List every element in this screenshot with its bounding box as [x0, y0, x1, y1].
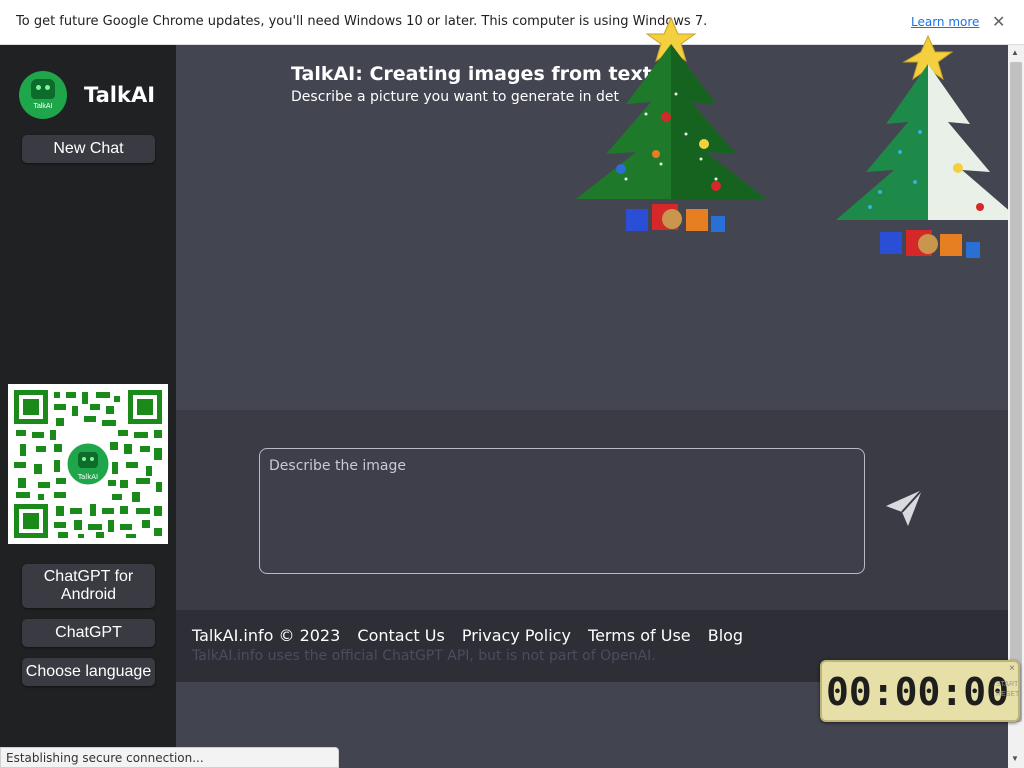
robot-eye-left [36, 85, 41, 90]
timer-controls: START RESET [996, 680, 1019, 700]
qr-code-graphic: TalkAI [14, 390, 162, 538]
timer-start-button[interactable]: START [996, 680, 1019, 690]
chatgpt-android-button[interactable]: ChatGPT for Android [22, 564, 155, 608]
talkai-logo-icon[interactable]: TalkAI [19, 71, 67, 119]
christmas-tree-icon-2 [836, 34, 1020, 258]
privacy-policy-link[interactable]: Privacy Policy [462, 626, 571, 645]
describe-image-input[interactable] [260, 449, 864, 573]
prompt-textbox[interactable] [259, 448, 865, 574]
blog-link[interactable]: Blog [708, 626, 743, 645]
logo-label: TalkAI [33, 103, 53, 110]
scroll-up-arrow-icon[interactable]: ▲ [1011, 48, 1019, 57]
choose-language-button[interactable]: Choose language [22, 658, 155, 686]
new-chat-button[interactable]: New Chat [22, 135, 155, 163]
scroll-down-arrow-icon[interactable]: ▼ [1011, 754, 1019, 763]
footer-copyright: TalkAI.info © 2023 [192, 626, 341, 645]
chatgpt-button[interactable]: ChatGPT [22, 619, 155, 647]
android-button-line1: ChatGPT for [43, 568, 134, 585]
timer-reset-button[interactable]: RESET [996, 690, 1019, 700]
contact-us-link[interactable]: Contact Us [357, 626, 444, 645]
timer-close-icon[interactable]: × [1009, 663, 1015, 674]
qr-logo-label: TalkAI [77, 473, 98, 481]
footer-disclaimer: TalkAI.info uses the official ChatGPT AP… [192, 648, 656, 664]
scrollbar-thumb[interactable] [1010, 62, 1022, 722]
christmas-tree-icon [576, 16, 766, 232]
timer-widget[interactable]: 00:00:00 START RESET × [820, 660, 1020, 722]
timer-display: 00:00:00 [826, 670, 1010, 714]
terms-of-use-link[interactable]: Terms of Use [588, 626, 691, 645]
prompt-input-area [176, 410, 1008, 610]
qr-code: TalkAI [8, 384, 168, 544]
footer-links: TalkAI.info © 2023 Contact Us Privacy Po… [192, 626, 755, 645]
learn-more-link[interactable]: Learn more [911, 15, 979, 29]
android-button-line2: Android [60, 586, 117, 603]
browser-status-bubble: Establishing secure connection... [0, 747, 339, 768]
infobar-close-icon[interactable]: ✕ [992, 12, 1005, 32]
robot-head-icon [31, 79, 55, 99]
robot-eye-right [45, 85, 50, 90]
brand-name[interactable]: TalkAI [84, 83, 155, 107]
send-icon[interactable] [882, 486, 926, 530]
